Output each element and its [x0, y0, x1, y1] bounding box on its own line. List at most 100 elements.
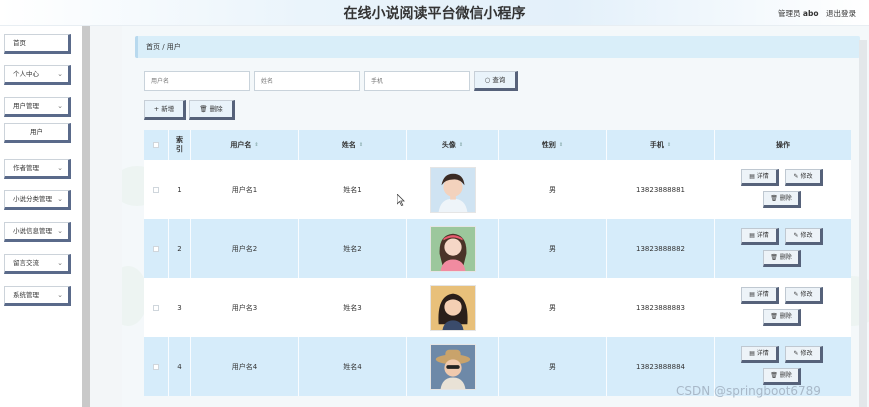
row-checkbox[interactable] — [153, 363, 159, 370]
chevron-down-icon: ⌄ — [57, 227, 63, 235]
phone-cell: 13823888882 — [606, 219, 714, 278]
delete-button[interactable]: 🗑 删除 — [763, 250, 801, 267]
sidebar: 首页 个人中心 ⌄ 用户管理 ⌄ 用户 作者管理 ⌄ 小说分类管理 ⌄ 小说信息管理 ⌄ … — [0, 26, 82, 407]
sidebar-item-label: 首页 — [13, 39, 26, 47]
avatar — [429, 225, 476, 272]
select-all-checkbox[interactable] — [153, 142, 159, 148]
detail-button[interactable]: ▤ 详情 — [741, 169, 779, 186]
index-cell: 3 — [168, 278, 190, 337]
trash-icon: 🗑 — [770, 313, 778, 320]
sidebar-item-novel-info[interactable]: 小说信息管理 ⌄ — [4, 222, 71, 242]
detail-button[interactable]: ▤ 详情 — [741, 228, 779, 245]
document-icon: ▤ — [749, 173, 755, 180]
avatar-cell — [406, 219, 498, 278]
avatar — [429, 343, 476, 390]
phone-search-input[interactable] — [364, 71, 470, 91]
sidebar-item-profile[interactable]: 个人中心 ⌄ — [4, 65, 71, 85]
watermark: CSDN @springboot6789 — [676, 384, 821, 398]
mouse-cursor-icon — [397, 194, 405, 206]
column-header-avatar[interactable]: 头像 ⇕ — [406, 130, 498, 160]
name-search-input[interactable] — [254, 71, 360, 91]
sidebar-item-label: 小说分类管理 — [13, 195, 52, 203]
sidebar-item-messages[interactable]: 留言交流 ⌄ — [4, 254, 71, 274]
index-cell: 4 — [168, 337, 190, 396]
delete-button[interactable]: 🗑 删除 — [763, 309, 801, 326]
delete-button-label: 删除 — [779, 254, 792, 261]
column-header-actions: 操作 — [714, 130, 851, 160]
query-button-label: 查询 — [492, 76, 506, 84]
avatar-cell — [406, 337, 498, 396]
chevron-down-icon: ⌄ — [57, 102, 63, 110]
sort-icon: ⇕ — [254, 142, 259, 148]
detail-button-label: 详情 — [756, 173, 769, 180]
name-cell: 姓名4 — [298, 337, 406, 396]
edit-button-label: 修改 — [800, 350, 813, 357]
pencil-icon: ✎ — [793, 350, 799, 357]
delete-button-label: 删除 — [779, 372, 792, 379]
page-scrollbar[interactable] — [859, 40, 867, 407]
sidebar-item-label: 用户 — [30, 128, 43, 136]
avatar-cell — [406, 160, 498, 219]
column-header-phone[interactable]: 手机 ⇕ — [606, 130, 714, 160]
top-header: 在线小说阅读平台微信小程序 管理员 abo 退出登录 — [0, 0, 869, 26]
username-cell: 用户名4 — [190, 337, 298, 396]
sidebar-item-system[interactable]: 系统管理 ⌄ — [4, 286, 71, 306]
site-title: 在线小说阅读平台微信小程序 — [343, 6, 526, 22]
name-cell: 姓名1 — [298, 160, 406, 219]
column-header-label: 姓名 — [341, 141, 356, 149]
sidebar-item-label: 个人中心 — [13, 70, 39, 78]
row-checkbox-cell — [144, 219, 168, 278]
name-cell: 姓名3 — [298, 278, 406, 337]
logout-link[interactable]: 退出登录 — [826, 8, 856, 19]
table-header-row: 索引 用户名 ⇕ 姓名 ⇕ 头像 ⇕ 性别 ⇕ 手机 ⇕ 操作 — [144, 130, 851, 160]
edit-button[interactable]: ✎ 修改 — [785, 287, 823, 304]
pencil-icon: ✎ — [793, 291, 799, 298]
table-row: 3 用户名3 姓名3 男 13823888883 ▤ 详情 ✎ 修改 🗑 删除 — [144, 278, 851, 337]
username-search-input[interactable] — [144, 71, 250, 91]
query-button[interactable]: ○ 查询 — [474, 71, 518, 91]
sidebar-item-author-management[interactable]: 作者管理 ⌄ — [4, 159, 71, 179]
edit-button-label: 修改 — [800, 291, 813, 298]
sidebar-subitem-users[interactable]: 用户 — [4, 123, 71, 143]
delete-button[interactable]: 🗑 删除 — [763, 191, 801, 208]
plus-icon: + — [153, 105, 160, 113]
trash-icon: 🗑 — [770, 254, 778, 261]
column-header-label: 手机 — [649, 141, 664, 149]
edit-button[interactable]: ✎ 修改 — [785, 169, 823, 186]
sidebar-item-user-management[interactable]: 用户管理 ⌄ — [4, 97, 71, 117]
column-header-username[interactable]: 用户名 ⇕ — [190, 130, 298, 160]
gender-cell: 男 — [498, 219, 606, 278]
sidebar-scrollbar[interactable] — [82, 26, 90, 407]
column-header-name[interactable]: 姓名 ⇕ — [298, 130, 406, 160]
sidebar-item-label: 系统管理 — [13, 291, 39, 299]
column-header-label: 头像 — [441, 141, 456, 149]
row-checkbox[interactable] — [153, 304, 159, 311]
row-checkbox[interactable] — [153, 186, 159, 193]
column-header-gender[interactable]: 性别 ⇕ — [498, 130, 606, 160]
edit-button[interactable]: ✎ 修改 — [785, 228, 823, 245]
edit-button-label: 修改 — [800, 173, 813, 180]
delete-button[interactable]: 🗑 删除 — [763, 368, 801, 385]
detail-button[interactable]: ▤ 详情 — [741, 287, 779, 304]
gender-cell: 男 — [498, 337, 606, 396]
detail-button[interactable]: ▤ 详情 — [741, 346, 779, 363]
row-checkbox[interactable] — [153, 245, 159, 252]
detail-button-label: 详情 — [756, 350, 769, 357]
batch-delete-button[interactable]: 🗑 删除 — [189, 100, 235, 120]
actions-cell: ▤ 详情 ✎ 修改 🗑 删除 — [714, 160, 851, 219]
sidebar-item-home[interactable]: 首页 — [4, 34, 71, 54]
batch-delete-button-label: 删除 — [209, 105, 223, 113]
select-all-checkbox-cell — [144, 130, 168, 160]
add-button[interactable]: + 新增 — [144, 100, 186, 120]
chevron-down-icon: ⌄ — [57, 195, 63, 203]
detail-button-label: 详情 — [756, 291, 769, 298]
column-header-label: 操作 — [776, 141, 790, 149]
trash-icon: 🗑 — [199, 105, 208, 113]
sidebar-item-label: 用户管理 — [13, 102, 39, 110]
edit-button[interactable]: ✎ 修改 — [785, 346, 823, 363]
trash-icon: 🗑 — [770, 372, 778, 379]
row-checkbox-cell — [144, 160, 168, 219]
sidebar-item-novel-category[interactable]: 小说分类管理 ⌄ — [4, 190, 71, 210]
chevron-down-icon: ⌄ — [57, 70, 63, 78]
document-icon: ▤ — [749, 291, 755, 298]
